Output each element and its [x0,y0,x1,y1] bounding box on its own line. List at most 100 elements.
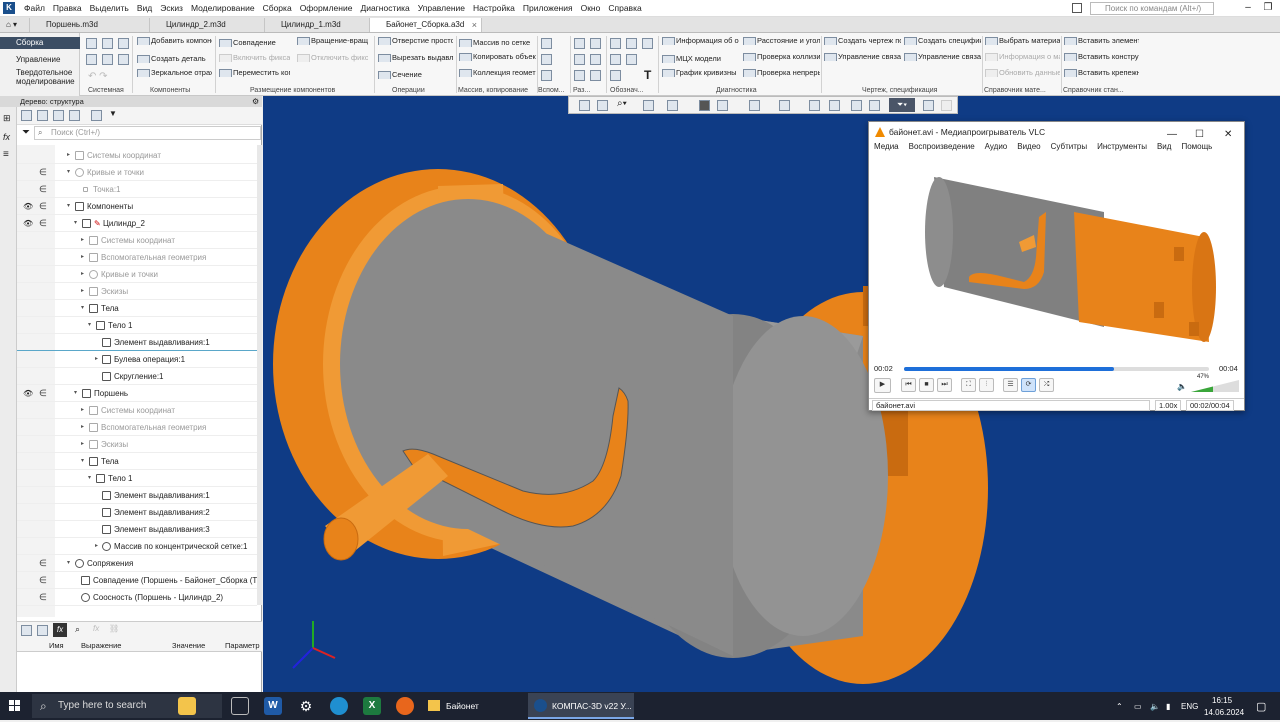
menu-item[interactable]: Окно [577,3,605,13]
column-name[interactable]: Имя [49,641,64,650]
structure-view-icon[interactable] [21,110,32,121]
windows-start-icon[interactable] [0,692,30,720]
filter-selection-icon[interactable]: ⏷▾ [889,98,915,112]
task-view-icon[interactable] [231,697,249,715]
vlc-menu-item[interactable]: Субтитры [1051,142,1097,156]
vlc-menu-item[interactable]: Инструменты [1097,142,1157,156]
menu-item[interactable]: Управление [414,3,469,13]
list-icon[interactable]: ≡ [3,149,9,160]
move-component-button[interactable]: Переместить компонент [218,69,290,77]
panel-settings-icon[interactable]: ⚙ [252,97,259,106]
linear-dimension-icon[interactable] [574,38,585,49]
tree-row[interactable]: Скругление:1 [17,368,257,385]
orient-icon[interactable] [667,100,678,111]
disable-fix-button[interactable]: Отключить фиксацию [296,54,368,62]
tree-row[interactable]: ▸ Вспомогательная геометрия [17,419,257,436]
print-icon[interactable] [86,54,97,65]
linked-drawings-button[interactable]: Управление связанными ч... [823,53,901,61]
fx-icon[interactable]: fx [53,623,67,637]
kompas-logo-icon[interactable]: K [3,2,15,14]
eye-icon[interactable]: 👁 [23,215,33,231]
geometry-collection-button[interactable]: Коллекция геометрии [458,69,536,77]
create-part-button[interactable]: Создать деталь [136,55,212,63]
fullscreen-icon[interactable]: ⛶ [961,378,976,392]
vlc-menu-item[interactable]: Видео [1017,142,1050,156]
choose-material-button[interactable]: Выбрать материал... [984,37,1060,45]
undo-icon[interactable]: ↶ ↷ [88,71,108,82]
menu-item[interactable]: Файл [20,3,49,13]
speaker-icon[interactable]: 🔈 [1177,382,1187,391]
battery-icon[interactable]: ▮ [1166,702,1170,711]
column-value[interactable]: Значение [172,641,205,650]
network-icon[interactable]: ▭ [1134,702,1142,711]
tree-row[interactable]: ∈ Соосность (Поршень - Цилиндр_2) [17,589,257,606]
point-icon[interactable] [541,70,552,81]
close-tab-icon[interactable]: × [472,18,477,32]
arc-dimension-icon[interactable] [590,70,601,81]
pan-icon[interactable] [597,100,608,111]
tree-row[interactable]: ▾ Тело 1 [17,470,257,487]
loop-icon[interactable]: ⟳ [1021,378,1036,392]
menu-item[interactable]: Выделить [86,3,133,13]
collision-check-button[interactable]: Проверка коллизий [742,53,820,61]
mark-icon[interactable] [610,70,621,81]
tree-row[interactable]: Элемент выдавливания:2 [17,504,257,521]
settings-gear-icon[interactable]: ⚙ [297,697,315,715]
tree-row[interactable]: ▸ Системы координат [17,232,257,249]
tree-row[interactable]: 👁 ∈ ▾ Компоненты [17,198,257,215]
status-time[interactable]: 00:02/00:04 [1186,400,1234,411]
curvature-graph-button[interactable]: График кривизны [661,69,739,77]
tab-porshen[interactable]: Поршень.m3d [30,18,150,32]
properties-icon[interactable] [923,100,934,111]
rotate-icon[interactable] [643,100,654,111]
zoom-icon[interactable]: ⌕▾ [617,98,627,109]
home-tab-icon[interactable]: ⌂ ▾ [0,18,30,32]
volume-icon[interactable]: 🔈 [1150,702,1160,711]
tree-row[interactable]: ▾ Тела [17,453,257,470]
tree-row[interactable]: ∈ ▾ Кривые и точки [17,164,257,181]
notifications-icon[interactable]: ▢ [1256,700,1266,713]
word-icon[interactable]: W [264,697,282,715]
update-material-button[interactable]: Обновить данные по мат... [984,69,1060,77]
menu-item[interactable]: Эскиз [156,3,187,13]
explode-icon[interactable] [851,100,862,111]
vlc-menu-item[interactable]: Медиа [874,142,909,156]
section-view-icon[interactable] [779,100,790,111]
filter-icon[interactable]: ⏷ [22,127,30,138]
cut-icon[interactable] [102,54,113,65]
component-view-icon[interactable] [53,110,64,121]
play-icon[interactable]: ▶ [874,378,891,393]
column-parameter[interactable]: Параметр [225,641,260,650]
insert-fastener-button[interactable]: Вставить крепежное со... [1063,69,1139,77]
excel-icon[interactable]: X [363,697,381,715]
vlc-menu-item[interactable]: Воспроизведение [909,142,985,156]
menu-item[interactable]: Оформление [296,3,357,13]
mode-solid-modeling[interactable]: Твердотельное моделирование [0,68,80,86]
create-spec-button[interactable]: Создать спецификацию [903,37,981,45]
section-button[interactable]: Сечение [377,71,453,79]
playlist-icon[interactable]: ☰ [1003,378,1018,392]
tree-row[interactable]: ▾ Тела [17,300,257,317]
tab-cylinder2[interactable]: Цилиндр_2.m3d [150,18,265,32]
shuffle-icon[interactable]: ⤮ [1039,378,1054,392]
tree-row[interactable]: ▸ Системы координат [17,147,257,164]
tree-row[interactable]: Элемент выдавливания:3 [17,521,257,538]
enable-fix-button[interactable]: Включить фиксацию [218,54,290,62]
taskbar-app-folder[interactable]: Байонет [422,693,522,719]
next-icon[interactable]: ⏭ [937,378,952,392]
perspective-icon[interactable] [809,100,820,111]
mode-management[interactable]: Управление [0,55,80,64]
previous-icon[interactable]: ⏮ [901,378,916,392]
menu-item[interactable]: Справка [604,3,645,13]
search-icon[interactable]: ⌕ [75,624,80,635]
save-icon[interactable] [118,38,129,49]
tree-row[interactable]: ∈ ▾ Сопряжения [17,555,257,572]
coincidence-button[interactable]: Совпадение [218,39,290,47]
continuity-check-button[interactable]: Проверка непрерывности [742,69,820,77]
leader-icon[interactable] [610,38,621,49]
camera-icon[interactable] [869,100,880,111]
insert-element-button[interactable]: Вставить элемент [1063,37,1139,45]
zoom-fit-icon[interactable] [579,100,590,111]
tree-row[interactable]: ▸ Эскизы [17,436,257,453]
measure-icon[interactable] [829,100,840,111]
